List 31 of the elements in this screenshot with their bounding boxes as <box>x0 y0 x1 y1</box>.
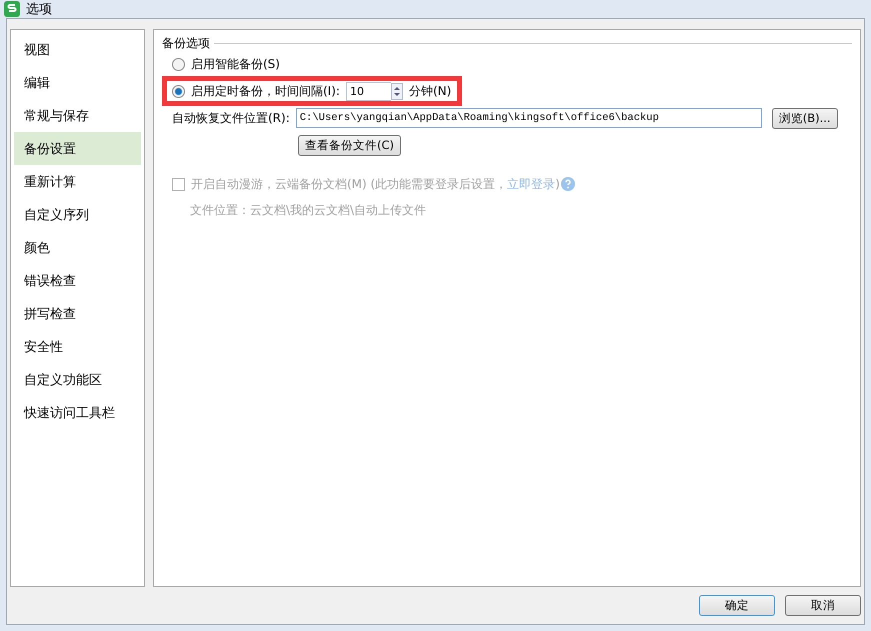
spin-arrows-icon[interactable] <box>390 82 403 100</box>
radio-button[interactable] <box>172 84 185 98</box>
group-title: 备份选项 <box>162 35 210 52</box>
location-field[interactable]: C:\Users\yangqian\AppData\Roaming\kingsoft\office6\backup <box>296 108 762 128</box>
window-title: 选项 <box>26 1 52 18</box>
help-icon[interactable] <box>560 177 575 191</box>
radio-button[interactable] <box>172 58 185 70</box>
sidebar-item[interactable]: 颜色 <box>14 231 141 264</box>
sidebar-item[interactable]: 自定义功能区 <box>14 363 141 396</box>
browse-button[interactable]: 浏览(B)... <box>772 108 838 128</box>
sidebar-item[interactable]: 视图 <box>14 33 141 66</box>
sidebar-item[interactable]: 编辑 <box>14 66 141 99</box>
sidebar-item[interactable]: 错误检查 <box>14 264 141 297</box>
sidebar-item[interactable]: 常规与保存 <box>14 99 141 132</box>
sidebar-item[interactable]: 快速访问工具栏 <box>14 396 141 429</box>
option-label: 启用定时备份，时间间隔(I): <box>191 82 340 100</box>
app-logo-icon <box>4 1 20 17</box>
dialog-button[interactable]: 确定 <box>699 595 775 616</box>
view-backup-button[interactable]: 查看备份文件(C) <box>298 134 402 156</box>
file-location-text: 文件位置：云文档\我的云文档\自动上传文件 <box>190 202 426 218</box>
sidebar-item[interactable]: 安全性 <box>14 330 141 363</box>
sidebar-item[interactable]: 备份设置 <box>14 132 141 165</box>
dialog-button[interactable]: 取消 <box>785 595 861 616</box>
location-label: 自动恢复文件位置(R): <box>172 110 290 126</box>
interval-field[interactable]: 10 <box>346 82 391 100</box>
sidebar-item[interactable]: 自定义序列 <box>14 198 141 231</box>
sidebar-item[interactable]: 拼写检查 <box>14 297 141 330</box>
cloud-option-label: 开启自动漫游，云端备份文档(M) (此功能需要登录后设置，立即登录) <box>191 176 560 192</box>
option-label: 启用智能备份(S) <box>191 56 280 72</box>
unit-label: 分钟(N) <box>408 82 452 100</box>
sidebar-item[interactable]: 重新计算 <box>14 165 141 198</box>
